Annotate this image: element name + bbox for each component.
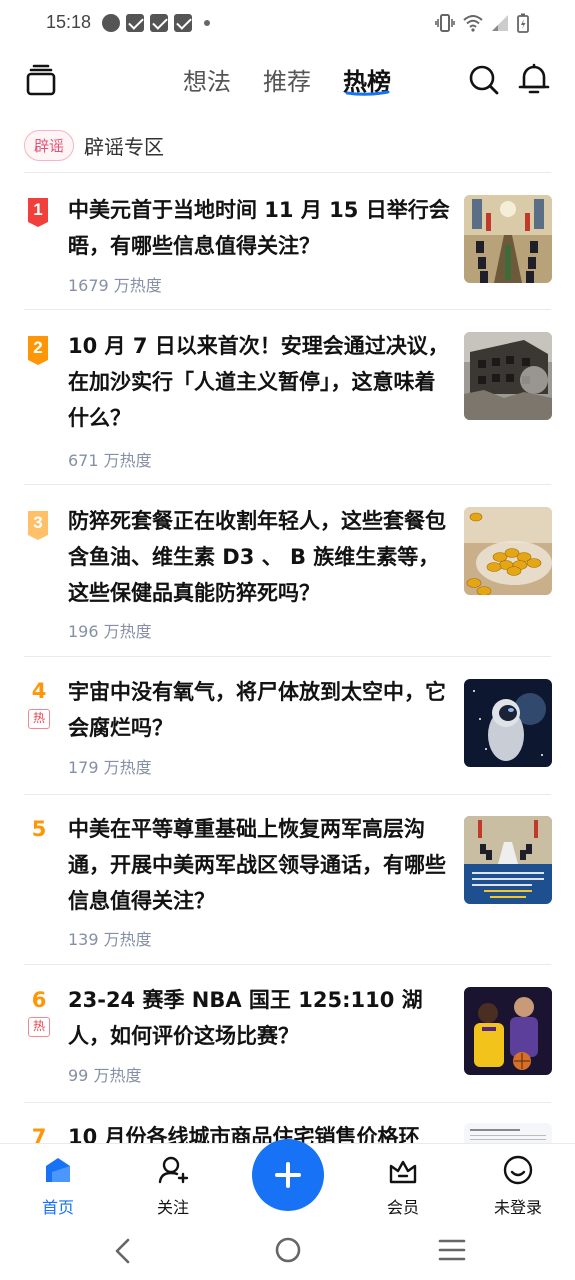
item-thumbnail[interactable] [464, 507, 552, 595]
vibrate-icon [435, 14, 455, 32]
rank-number: 5 [31, 817, 47, 841]
item-title[interactable]: 10 月 7 日以来首次！安理会通过决议，在加沙实行「人道主义暂停」，这意味着什… [68, 328, 450, 436]
recents-menu-icon[interactable] [438, 1238, 466, 1262]
ruined-building-image [464, 332, 552, 420]
astronaut-image [464, 679, 552, 767]
fish-oil-capsules-image [464, 507, 552, 595]
system-status-icons [435, 13, 529, 33]
rumor-badge: 辟谣 [24, 129, 75, 161]
item-thumbnail[interactable] [464, 987, 552, 1075]
rank-number: 3 [28, 511, 48, 535]
item-thumbnail[interactable] [464, 816, 552, 904]
nav-vip[interactable]: 会员 [363, 1154, 443, 1218]
home-circle-icon[interactable] [274, 1236, 302, 1264]
tab-recommend[interactable]: 推荐 [263, 62, 311, 97]
hot-tag: 热 [28, 709, 50, 729]
item-heat: 179 万热度 [68, 758, 152, 777]
compass-icon [102, 14, 120, 32]
rank-number: 4 [31, 679, 47, 703]
back-icon[interactable] [112, 1237, 132, 1265]
create-post-button[interactable] [252, 1139, 324, 1211]
rumor-zone-label: 辟谣专区 [84, 134, 165, 159]
mail-icon [174, 14, 192, 32]
menu-stack-icon[interactable] [26, 64, 56, 96]
item-heat: 196 万热度 [68, 622, 152, 641]
item-heat: 1679 万热度 [68, 276, 162, 295]
follow-user-icon [158, 1156, 189, 1184]
item-title[interactable]: 宇宙中没有氧气，将尸体放到太空中，它会腐烂吗？ [68, 674, 450, 746]
notification-icons [102, 14, 210, 32]
item-title[interactable]: 23-24 赛季 NBA 国王 125:110 湖人，如何评价这场比赛？ [68, 982, 450, 1054]
nav-home[interactable]: 首页 [18, 1154, 98, 1218]
nav-vip-label: 会员 [386, 1198, 419, 1217]
bottom-nav: 首页 关注 会员 未登录 [0, 1139, 575, 1223]
list-item[interactable]: 2 10 月 7 日以来首次！安理会通过决议，在加沙实行「人道主义暂停」，这意味… [0, 310, 575, 485]
item-thumbnail[interactable] [464, 1123, 552, 1143]
rank-flag: 1 [28, 198, 48, 227]
vip-crown-icon [389, 1160, 417, 1184]
search-icon[interactable] [468, 64, 500, 96]
signal-icon [492, 15, 508, 31]
nav-profile[interactable]: 未登录 [478, 1154, 558, 1218]
rumor-zone-link[interactable]: 辟谣 辟谣专区 [24, 128, 164, 162]
top-header: 想法 推荐 热榜 [0, 48, 575, 116]
list-item[interactable]: 3 防猝死套餐正在收割年轻人，这些套餐包含鱼油、维生素 D3 、 B 族维生素等… [0, 485, 575, 657]
list-item[interactable]: 5 中美在平等尊重基础上恢复两军高层沟通，开展中美两军战区领导通话，有哪些信息值… [0, 795, 575, 965]
rank-number: 6 [31, 988, 47, 1012]
nav-home-label: 首页 [41, 1198, 74, 1217]
military-talks-image [464, 816, 552, 904]
nav-follow-label: 关注 [156, 1198, 189, 1217]
rank-flag: 3 [28, 511, 48, 540]
item-heat: 139 万热度 [68, 930, 152, 949]
item-heat: 99 万热度 [68, 1066, 142, 1085]
battery-icon [517, 13, 529, 33]
list-item[interactable]: 4 热 宇宙中没有氧气，将尸体放到太空中，它会腐烂吗？ 179 万热度 [0, 657, 575, 795]
nav-profile-label: 未登录 [493, 1198, 542, 1217]
wifi-icon [463, 15, 483, 32]
list-item[interactable]: 7 10 月份各线城市商品住宅销售价格环 [0, 1103, 575, 1149]
more-notifications-dot [204, 20, 210, 26]
item-title[interactable]: 防猝死套餐正在收割年轻人，这些套餐包含鱼油、维生素 D3 、 B 族维生素等，这… [68, 503, 450, 611]
mail-icon [126, 14, 144, 32]
bell-icon[interactable] [518, 62, 550, 96]
home-icon [46, 1158, 70, 1182]
rank-number: 1 [28, 198, 48, 222]
list-item[interactable]: 1 中美元首于当地时间 11 月 15 日举行会晤，有哪些信息值得关注？ 167… [0, 173, 575, 310]
tab-ideas[interactable]: 想法 [183, 62, 231, 97]
item-thumbnail[interactable] [464, 332, 552, 420]
item-heat: 671 万热度 [68, 451, 152, 470]
meeting-room-image [464, 195, 552, 283]
rank-number: 2 [28, 336, 48, 360]
status-time: 15:18 [46, 12, 92, 32]
nav-follow[interactable]: 关注 [133, 1154, 213, 1218]
mail-icon [150, 14, 168, 32]
item-thumbnail[interactable] [464, 679, 552, 767]
active-tab-indicator [345, 90, 390, 96]
item-thumbnail[interactable] [464, 195, 552, 283]
profile-face-icon [503, 1155, 533, 1185]
status-bar: 15:18 [0, 0, 575, 48]
hot-tag: 热 [28, 1017, 50, 1037]
list-item[interactable]: 6 热 23-24 赛季 NBA 国王 125:110 湖人，如何评价这场比赛？… [0, 965, 575, 1103]
system-nav-bar [0, 1223, 575, 1280]
rank-flag: 2 [28, 336, 48, 365]
item-title[interactable]: 中美元首于当地时间 11 月 15 日举行会晤，有哪些信息值得关注？ [68, 192, 450, 264]
item-title[interactable]: 中美在平等尊重基础上恢复两军高层沟通，开展中美两军战区领导通话，有哪些信息值得关… [68, 811, 450, 919]
price-table-image [470, 1129, 546, 1140]
basketball-players-image [464, 987, 552, 1075]
